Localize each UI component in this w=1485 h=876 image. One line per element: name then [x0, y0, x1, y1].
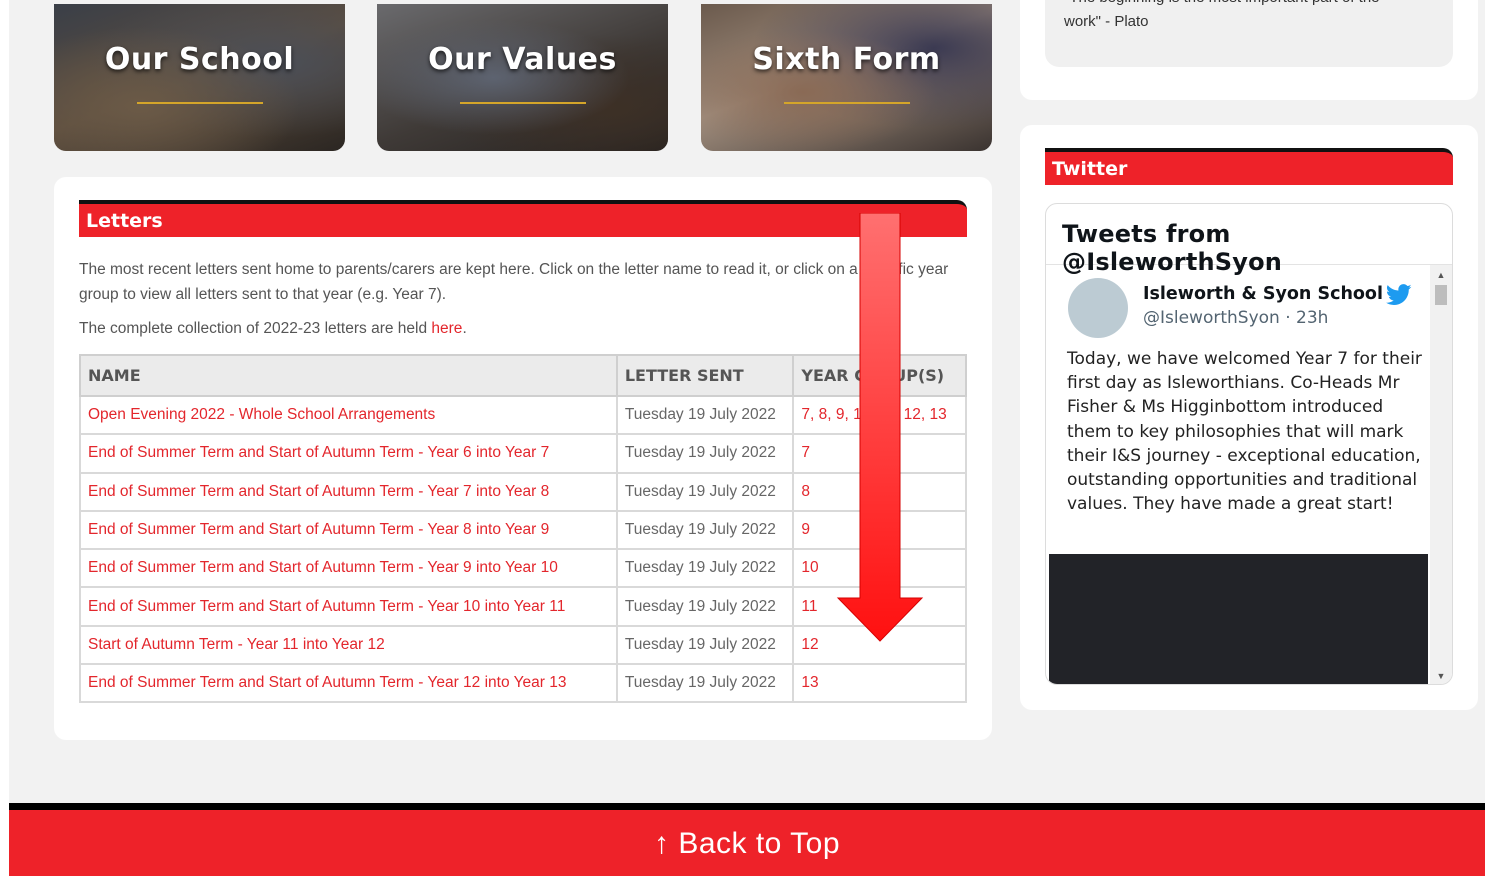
avatar[interactable]: [1068, 278, 1128, 338]
collection-period: .: [462, 320, 467, 337]
up-arrow-icon: ↑: [653, 827, 670, 860]
timeline-scrollbar[interactable]: ▲ ▼: [1430, 265, 1452, 684]
twitter-heading: Twitter: [1045, 148, 1453, 185]
letter-link[interactable]: End of Summer Term and Start of Autumn T…: [88, 559, 558, 576]
letter-name-cell: End of Summer Term and Start of Autumn T…: [79, 509, 618, 551]
table-row: End of Summer Term and Start of Autumn T…: [79, 548, 967, 589]
letter-sent-cell: Tuesday 19 July 2022: [615, 471, 795, 512]
collection-here-link[interactable]: here: [431, 320, 462, 337]
table-row: End of Summer Term and Start of Autumn T…: [79, 586, 967, 627]
tweet-author-handle[interactable]: @IsleworthSyon · 23h: [1143, 308, 1328, 328]
letter-sent-cell: Tuesday 19 July 2022: [615, 394, 795, 436]
table-row: End of Summer Term and Start of Autumn T…: [79, 663, 967, 704]
tile-underline: [783, 102, 910, 104]
table-row: Open Evening 2022 - Whole School Arrange…: [79, 394, 967, 436]
our-values-photo: [377, 4, 668, 151]
letters-collection-note: The complete collection of 2022-23 lette…: [79, 320, 467, 338]
tile-title: Our School: [104, 42, 295, 77]
scroll-up-icon[interactable]: ▲: [1430, 267, 1452, 283]
table-row: End of Summer Term and Start of Autumn T…: [79, 471, 967, 512]
timeline-title[interactable]: Tweets from @IsleworthSyon: [1046, 204, 1452, 276]
letter-name-cell: End of Summer Term and Start of Autumn T…: [79, 471, 618, 512]
our-values-tile[interactable]: Our Values: [377, 4, 668, 151]
year-group-link[interactable]: 12: [801, 636, 818, 653]
letter-link[interactable]: Open Evening 2022 - Whole School Arrange…: [88, 406, 435, 423]
quote-line-1: "The beginning is the most important par…: [1064, 0, 1434, 10]
collection-text: The complete collection of 2022-23 lette…: [79, 320, 432, 337]
year-group-link[interactable]: 8: [801, 483, 810, 500]
letter-link[interactable]: Start of Autumn Term - Year 11 into Year…: [88, 636, 385, 653]
letter-sent-cell: Tuesday 19 July 2022: [615, 663, 795, 704]
column-header-letter-sent[interactable]: LETTER SENT: [615, 354, 795, 397]
tweet-text: Today, we have welcomed Year 7 for their…: [1067, 349, 1422, 515]
year-group-link[interactable]: 13: [801, 674, 818, 691]
letter-sent-cell: Tuesday 19 July 2022: [615, 433, 795, 474]
tweet-author-name[interactable]: Isleworth & Syon School: [1143, 284, 1383, 304]
tile-underline: [459, 102, 586, 104]
letter-link[interactable]: End of Summer Term and Start of Autumn T…: [88, 674, 566, 691]
scrollbar-thumb[interactable]: [1435, 285, 1447, 305]
twitter-bird-icon[interactable]: [1386, 284, 1412, 306]
letter-sent-cell: Tuesday 19 July 2022: [615, 548, 795, 589]
year-group-link[interactable]: 7: [801, 444, 810, 461]
scroll-down-arrow-icon: [836, 213, 924, 642]
letter-link[interactable]: End of Summer Term and Start of Autumn T…: [88, 521, 549, 538]
tile-title: Sixth Form: [752, 42, 941, 77]
our-school-tile[interactable]: Our School: [54, 4, 345, 151]
column-header-name[interactable]: NAME: [79, 354, 618, 397]
tile-title: Our Values: [428, 42, 617, 77]
year-group-link[interactable]: 11: [801, 598, 817, 615]
back-to-top-label: Back to Top: [678, 827, 841, 860]
sixth-form-tile[interactable]: Sixth Form: [701, 4, 992, 151]
sixth-form-photo: [701, 4, 992, 151]
letters-intro: The most recent letters sent home to par…: [79, 261, 949, 303]
quote-box: "The beginning is the most important par…: [1045, 0, 1453, 67]
table-row: End of Summer Term and Start of Autumn T…: [79, 433, 967, 474]
letter-link[interactable]: End of Summer Term and Start of Autumn T…: [88, 598, 565, 615]
letter-link[interactable]: End of Summer Term and Start of Autumn T…: [88, 444, 549, 461]
letter-sent-cell: Tuesday 19 July 2022: [615, 509, 795, 551]
tile-underline: [136, 102, 263, 104]
twitter-timeline[interactable]: Tweets from @IsleworthSyon Isleworth & S…: [1045, 203, 1453, 685]
letter-sent-cell: Tuesday 19 July 2022: [615, 586, 795, 627]
twitter-card: Twitter Tweets from @IsleworthSyon Islew…: [1020, 125, 1478, 710]
scroll-down-icon[interactable]: ▼: [1430, 668, 1452, 684]
year-group-link[interactable]: 9: [801, 521, 810, 538]
table-header-row: NAME LETTER SENT YEAR GROUP(S): [79, 354, 967, 397]
letter-name-cell: End of Summer Term and Start of Autumn T…: [79, 548, 618, 589]
letter-link[interactable]: End of Summer Term and Start of Autumn T…: [88, 483, 549, 500]
table-row: End of Summer Term and Start of Autumn T…: [79, 509, 967, 551]
letters-table: NAME LETTER SENT YEAR GROUP(S) Open Even…: [79, 354, 967, 704]
letter-name-cell: End of Summer Term and Start of Autumn T…: [79, 433, 618, 474]
year-group-link[interactable]: 10: [801, 559, 818, 576]
letter-name-cell: Open Evening 2022 - Whole School Arrange…: [79, 394, 618, 436]
letter-name-cell: Start of Autumn Term - Year 11 into Year…: [79, 624, 618, 666]
letters-heading: Letters: [79, 200, 967, 237]
back-to-top-button[interactable]: ↑ Back to Top: [9, 803, 1485, 876]
tweet-media[interactable]: [1049, 554, 1428, 684]
letter-name-cell: End of Summer Term and Start of Autumn T…: [79, 663, 618, 704]
letter-sent-cell: Tuesday 19 July 2022: [615, 624, 795, 666]
year-groups-cell: 13: [792, 663, 967, 704]
letter-name-cell: End of Summer Term and Start of Autumn T…: [79, 586, 618, 627]
quote-card: "The beginning is the most important par…: [1020, 0, 1478, 100]
our-school-photo: [54, 4, 345, 151]
quote-line-2: work" - Plato: [1064, 13, 1149, 30]
table-row: Start of Autumn Term - Year 11 into Year…: [79, 624, 967, 666]
